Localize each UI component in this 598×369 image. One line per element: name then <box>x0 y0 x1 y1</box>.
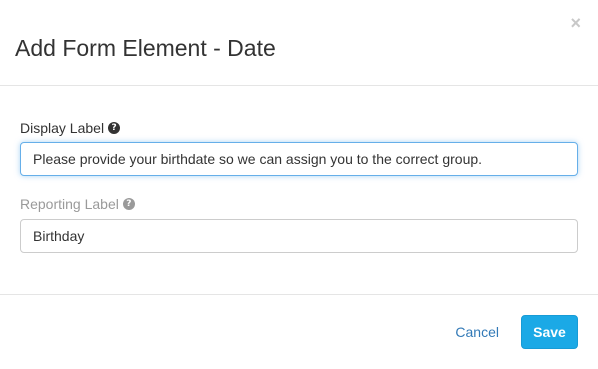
display-label-field-label: Display Label ? <box>20 119 121 137</box>
display-label-text: Display Label <box>20 120 105 136</box>
modal-header: Add Form Element - Date × <box>0 0 598 86</box>
reporting-label-input[interactable] <box>20 219 578 253</box>
modal-title: Add Form Element - Date <box>15 35 276 61</box>
close-icon[interactable]: × <box>570 14 581 32</box>
add-form-element-modal: Add Form Element - Date × Display Label … <box>0 0 598 369</box>
reporting-label-field-label: Reporting Label ? <box>20 195 135 213</box>
reporting-label-text: Reporting Label <box>20 196 119 212</box>
cancel-button[interactable]: Cancel <box>455 315 499 349</box>
modal-footer: Cancel Save <box>0 295 598 369</box>
display-label-input[interactable] <box>20 142 578 176</box>
question-circle-icon[interactable]: ? <box>108 122 121 134</box>
save-button[interactable]: Save <box>521 315 578 349</box>
modal-body: Display Label ? Reporting Label ? <box>0 86 598 295</box>
question-circle-icon[interactable]: ? <box>122 198 135 210</box>
